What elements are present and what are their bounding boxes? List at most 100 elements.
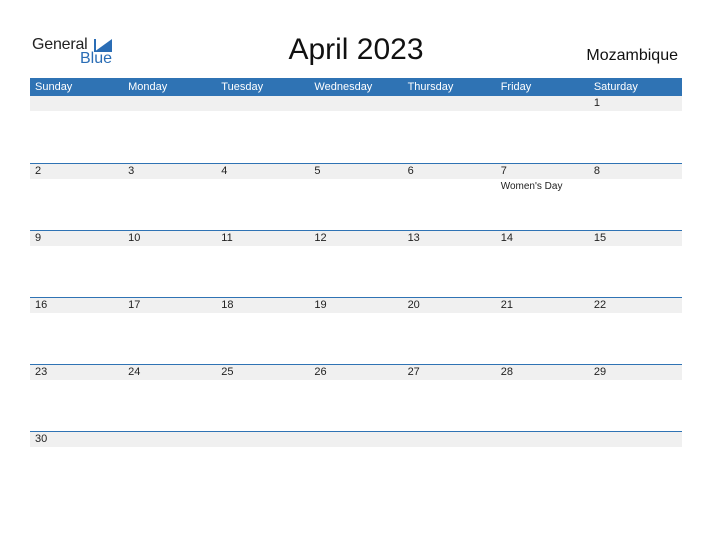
date-strip: 23 24 25 26 27 28 29 <box>30 365 682 380</box>
week-row: 23 24 25 26 27 28 29 <box>30 364 682 431</box>
holiday-label <box>123 447 216 449</box>
holiday-label <box>403 246 496 248</box>
date-strip: 1 <box>30 96 682 111</box>
day-number: 4 <box>221 165 228 177</box>
date-strip: 30 <box>30 432 682 447</box>
week-row: 2 3 4 5 6 7 8 Women's Day <box>30 163 682 230</box>
country-label: Mozambique <box>586 47 678 64</box>
week-row: 30 <box>30 431 682 451</box>
holiday-label <box>589 111 682 113</box>
holiday-label <box>496 313 589 315</box>
day-number: 1 <box>593 97 600 109</box>
day-number: 28 <box>500 366 513 378</box>
day-number: 24 <box>128 366 141 378</box>
weekday-sunday: Sunday <box>35 81 73 93</box>
day-number <box>30 96 123 111</box>
events-row <box>30 380 682 382</box>
holiday-label <box>496 380 589 382</box>
day-number: 18 <box>221 299 234 311</box>
holiday-label <box>589 380 682 382</box>
day-number: 20 <box>407 299 420 311</box>
holiday-label <box>403 179 496 192</box>
events-row <box>30 447 682 449</box>
weeks-container: 1 2 3 4 5 6 7 8 Women's Day 9 10 11 12 13 14 15 16 17 18 19… <box>30 96 682 451</box>
holiday-label <box>403 111 496 113</box>
holiday-label <box>403 380 496 382</box>
holiday-label <box>30 179 123 192</box>
day-number <box>123 96 216 111</box>
day-number: 6 <box>407 165 414 177</box>
weekday-tuesday: Tuesday <box>221 81 264 93</box>
holiday-label <box>123 179 216 192</box>
weekday-header: Sunday Monday Tuesday Wednesday Thursday… <box>30 78 682 96</box>
day-number: 13 <box>407 232 420 244</box>
holiday-label <box>216 246 309 248</box>
holiday-label: Women's Day <box>500 181 563 192</box>
calendar-grid: Sunday Monday Tuesday Wednesday Thursday… <box>30 78 682 451</box>
day-number: 5 <box>314 165 321 177</box>
day-number: 21 <box>500 299 513 311</box>
day-number: 3 <box>128 165 135 177</box>
day-number: 23 <box>35 366 48 378</box>
day-number: 27 <box>407 366 420 378</box>
day-number: 25 <box>221 366 234 378</box>
events-row: Women's Day <box>30 179 682 192</box>
day-number: 17 <box>128 299 141 311</box>
day-number <box>123 432 216 447</box>
day-number <box>309 432 402 447</box>
day-number: 10 <box>128 232 141 244</box>
holiday-label <box>403 313 496 315</box>
holiday-label <box>589 246 682 248</box>
holiday-label <box>216 313 309 315</box>
day-number: 19 <box>314 299 327 311</box>
holiday-label <box>309 246 402 248</box>
day-number <box>216 96 309 111</box>
weekday-monday: Monday <box>128 81 168 93</box>
holiday-label <box>589 313 682 315</box>
day-number: 8 <box>593 165 600 177</box>
holiday-label <box>123 380 216 382</box>
holiday-label <box>403 447 496 449</box>
holiday-label <box>30 313 123 315</box>
holiday-label <box>216 111 309 113</box>
events-row <box>30 246 682 248</box>
holiday-label <box>309 313 402 315</box>
holiday-label <box>589 447 682 449</box>
day-number <box>403 432 496 447</box>
day-number: 12 <box>314 232 327 244</box>
day-number: 9 <box>35 232 42 244</box>
day-number: 22 <box>593 299 607 311</box>
holiday-label <box>589 179 682 192</box>
weekday-saturday: Saturday <box>593 81 638 93</box>
day-number: 11 <box>221 232 233 244</box>
weekday-thursday: Thursday <box>407 81 454 93</box>
holiday-label <box>309 111 402 113</box>
day-number: 15 <box>593 232 607 244</box>
day-number <box>496 432 589 447</box>
weekday-friday: Friday <box>500 81 532 93</box>
holiday-label <box>216 447 309 449</box>
holiday-label <box>216 179 309 192</box>
holiday-label <box>309 179 402 192</box>
holiday-label <box>309 380 402 382</box>
day-number: 29 <box>593 366 607 378</box>
week-row: 16 17 18 19 20 21 22 <box>30 297 682 364</box>
week-row: 9 10 11 12 13 14 15 <box>30 230 682 297</box>
day-number: 26 <box>314 366 327 378</box>
day-number <box>309 96 402 111</box>
holiday-label <box>496 447 589 449</box>
day-number: 30 <box>35 433 48 445</box>
weekday-wednesday: Wednesday <box>314 81 373 93</box>
day-number <box>403 96 496 111</box>
holiday-label <box>30 380 123 382</box>
holiday-label <box>496 111 589 113</box>
holiday-label <box>30 111 123 113</box>
date-strip: 9 10 11 12 13 14 15 <box>30 231 682 246</box>
date-strip: 2 3 4 5 6 7 8 <box>30 164 682 179</box>
holiday-label <box>123 313 216 315</box>
date-strip: 16 17 18 19 20 21 22 <box>30 298 682 313</box>
day-number: 2 <box>35 165 42 177</box>
events-row <box>30 111 682 113</box>
day-number: 14 <box>500 232 513 244</box>
day-number <box>589 432 682 447</box>
